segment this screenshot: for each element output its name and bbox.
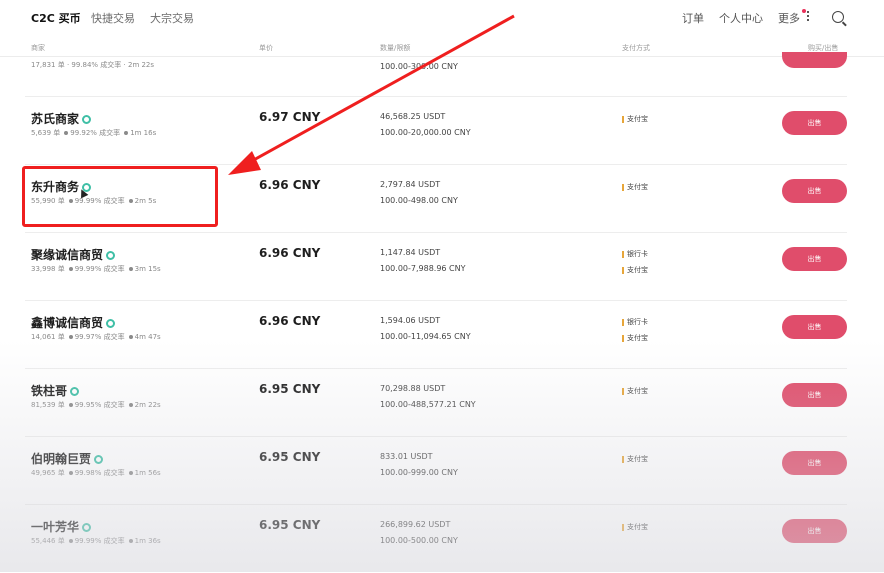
arrow-head xyxy=(228,151,261,175)
annotation-arrow xyxy=(228,14,515,175)
arrow-shaft xyxy=(249,14,515,164)
